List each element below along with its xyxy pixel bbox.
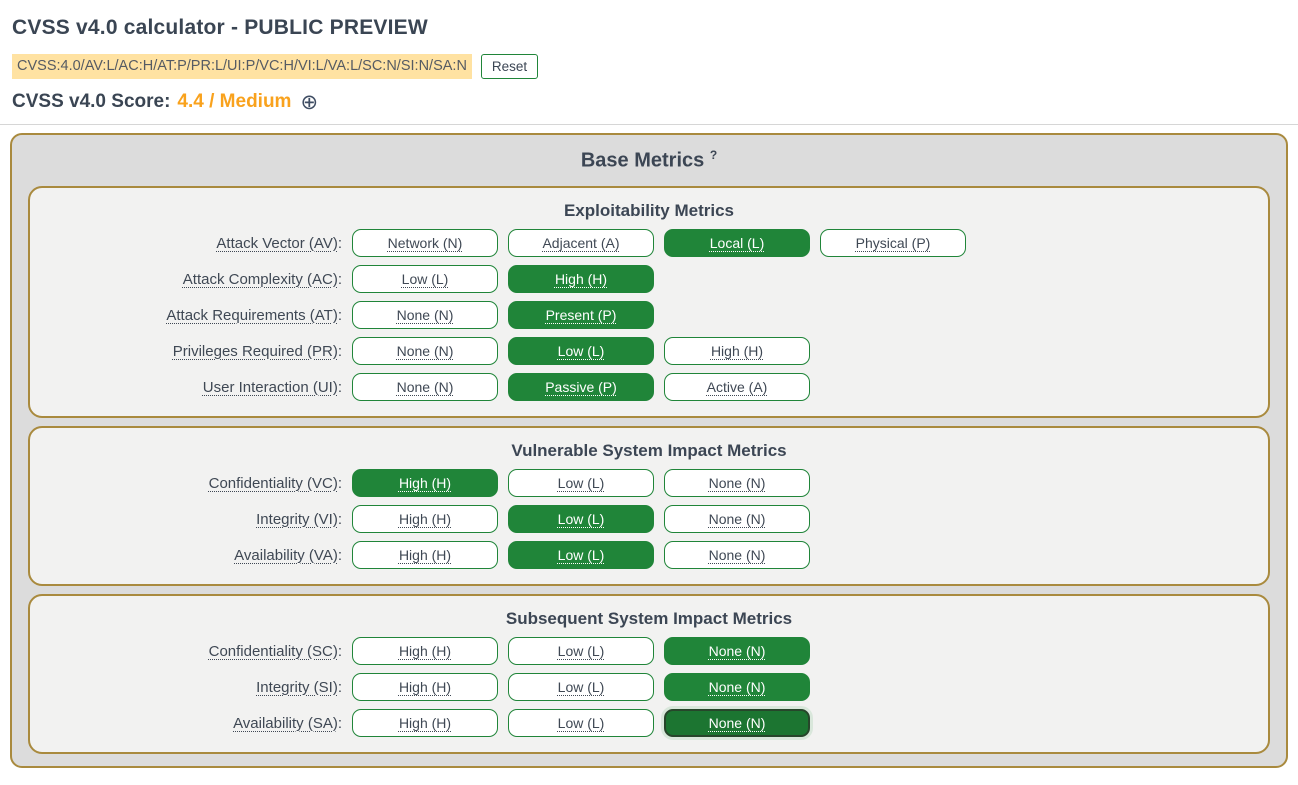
section-title-vulnerable-impact: Vulnerable System Impact Metrics (30, 441, 1268, 461)
score-row: CVSS v4.0 Score: 4.4 / Medium ⊕ (12, 91, 1286, 113)
metric-row-SC: Confidentiality (SC): High (H) Low (L) None… (30, 637, 1268, 665)
option-SC-H[interactable]: High (H) (352, 637, 498, 665)
option-VA-N[interactable]: None (N) (664, 541, 810, 569)
metric-row-UI: User Interaction (UI): None (N) Passive (P… (30, 373, 1268, 401)
section-vulnerable-impact: Vulnerable System Impact Metrics Confide… (28, 426, 1270, 586)
metric-label-SA: Availability (SA): (30, 715, 342, 732)
vector-row: CVSS:4.0/AV:L/AC:H/AT:P/PR:L/UI:P/VC:H/V… (12, 54, 1286, 79)
section-rows: Confidentiality (SC): High (H) Low (L) None… (30, 637, 1268, 737)
base-metrics-help-link[interactable]: ? (710, 148, 717, 162)
option-PR-H[interactable]: High (H) (664, 337, 810, 365)
option-SA-N[interactable]: None (N) (664, 709, 810, 737)
option-SA-L[interactable]: Low (L) (508, 709, 654, 737)
option-SI-N[interactable]: None (N) (664, 673, 810, 701)
metric-row-PR: Privileges Required (PR): None (N) Low (L)… (30, 337, 1268, 365)
option-AV-P[interactable]: Physical (P) (820, 229, 966, 257)
page-title: CVSS v4.0 calculator - PUBLIC PREVIEW (12, 16, 1286, 40)
metric-row-SI: Integrity (SI): High (H) Low (L) None (N) (30, 673, 1268, 701)
option-AV-A[interactable]: Adjacent (A) (508, 229, 654, 257)
option-SC-L[interactable]: Low (L) (508, 637, 654, 665)
metric-label-AC: Attack Complexity (AC): (30, 271, 342, 288)
metric-label-AV: Attack Vector (AV): (30, 235, 342, 252)
option-AC-H[interactable]: High (H) (508, 265, 654, 293)
option-VA-L[interactable]: Low (L) (508, 541, 654, 569)
page-header: CVSS v4.0 calculator - PUBLIC PREVIEW CV… (0, 0, 1298, 113)
header-divider (0, 124, 1298, 125)
section-rows: Confidentiality (VC): High (H) Low (L) None… (30, 469, 1268, 569)
metric-label-VA: Availability (VA): (30, 547, 342, 564)
option-PR-N[interactable]: None (N) (352, 337, 498, 365)
metric-row-AT: Attack Requirements (AT): None (N) Present… (30, 301, 1268, 329)
option-AT-N[interactable]: None (N) (352, 301, 498, 329)
base-metrics-title-text: Base Metrics (581, 150, 704, 172)
option-AT-P[interactable]: Present (P) (508, 301, 654, 329)
option-VI-H[interactable]: High (H) (352, 505, 498, 533)
cvss-vector-string: CVSS:4.0/AV:L/AC:H/AT:P/PR:L/UI:P/VC:H/V… (12, 54, 472, 79)
metric-label-SC: Confidentiality (SC): (30, 643, 342, 660)
option-VC-N[interactable]: None (N) (664, 469, 810, 497)
option-SA-H[interactable]: High (H) (352, 709, 498, 737)
metric-row-SA: Availability (SA): High (H) Low (L) None (N… (30, 709, 1268, 737)
score-value: 4.4 / Medium (177, 91, 291, 113)
option-VA-H[interactable]: High (H) (352, 541, 498, 569)
metric-label-VC: Confidentiality (VC): (30, 475, 342, 492)
metric-row-VA: Availability (VA): High (H) Low (L) None (N… (30, 541, 1268, 569)
option-SI-L[interactable]: Low (L) (508, 673, 654, 701)
reset-button[interactable]: Reset (481, 54, 538, 79)
option-AV-L[interactable]: Local (L) (664, 229, 810, 257)
section-exploitability: Exploitability Metrics Attack Vector (AV… (28, 186, 1270, 418)
metric-row-AV: Attack Vector (AV): Network (N) Adjacent (… (30, 229, 1268, 257)
metric-row-AC: Attack Complexity (AC): Low (L) High (H) (30, 265, 1268, 293)
option-VI-N[interactable]: None (N) (664, 505, 810, 533)
metric-label-AT: Attack Requirements (AT): (30, 307, 342, 324)
option-PR-L[interactable]: Low (L) (508, 337, 654, 365)
section-rows: Attack Vector (AV): Network (N) Adjacent (… (30, 229, 1268, 401)
metric-label-UI: User Interaction (UI): (30, 379, 342, 396)
option-UI-A[interactable]: Active (A) (664, 373, 810, 401)
option-VC-H[interactable]: High (H) (352, 469, 498, 497)
base-metrics-panel: Base Metrics ? Exploitability Metrics At… (10, 133, 1288, 768)
option-SC-N[interactable]: None (N) (664, 637, 810, 665)
metric-label-VI: Integrity (VI): (30, 511, 342, 528)
option-VI-L[interactable]: Low (L) (508, 505, 654, 533)
section-title-exploitability: Exploitability Metrics (30, 201, 1268, 221)
metric-row-VC: Confidentiality (VC): High (H) Low (L) None… (30, 469, 1268, 497)
option-UI-P[interactable]: Passive (P) (508, 373, 654, 401)
section-subsequent-impact: Subsequent System Impact Metrics Confide… (28, 594, 1270, 754)
metric-row-VI: Integrity (VI): High (H) Low (L) None (N) (30, 505, 1268, 533)
option-VC-L[interactable]: Low (L) (508, 469, 654, 497)
public-preview-badge: PUBLIC PREVIEW (244, 16, 428, 39)
metric-label-SI: Integrity (SI): (30, 679, 342, 696)
option-AV-N[interactable]: Network (N) (352, 229, 498, 257)
page-title-text: CVSS v4.0 calculator - (12, 16, 238, 39)
section-title-subsequent-impact: Subsequent System Impact Metrics (30, 609, 1268, 629)
base-metrics-title: Base Metrics ? (28, 137, 1270, 186)
circle-plus-icon[interactable]: ⊕ (300, 92, 318, 113)
option-UI-N[interactable]: None (N) (352, 373, 498, 401)
score-label: CVSS v4.0 Score: (12, 91, 170, 113)
option-SI-H[interactable]: High (H) (352, 673, 498, 701)
metric-label-PR: Privileges Required (PR): (30, 343, 342, 360)
option-AC-L[interactable]: Low (L) (352, 265, 498, 293)
